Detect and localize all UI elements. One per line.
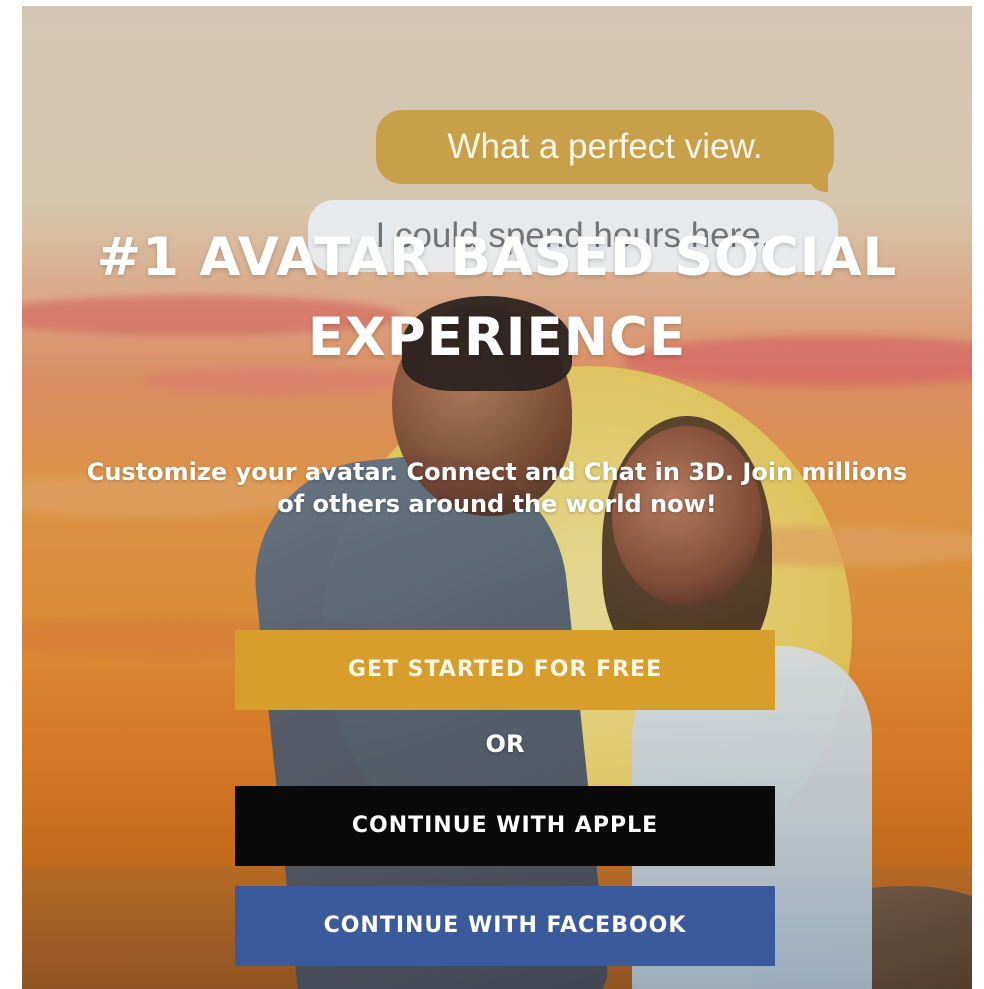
get-started-button[interactable]: GET STARTED FOR FREE xyxy=(235,630,775,710)
chat-bubble-sent: What a perfect view. xyxy=(376,110,834,192)
page-subtitle: Customize your avatar. Connect and Chat … xyxy=(86,458,908,518)
or-separator: OR xyxy=(485,730,525,758)
continue-with-apple-button[interactable]: CONTINUE WITH APPLE xyxy=(235,786,775,866)
page-title: #1 AVATAR BASED SOCIAL EXPERIENCE xyxy=(96,227,898,368)
continue-with-facebook-button[interactable]: CONTINUE WITH FACEBOOK xyxy=(235,886,775,966)
